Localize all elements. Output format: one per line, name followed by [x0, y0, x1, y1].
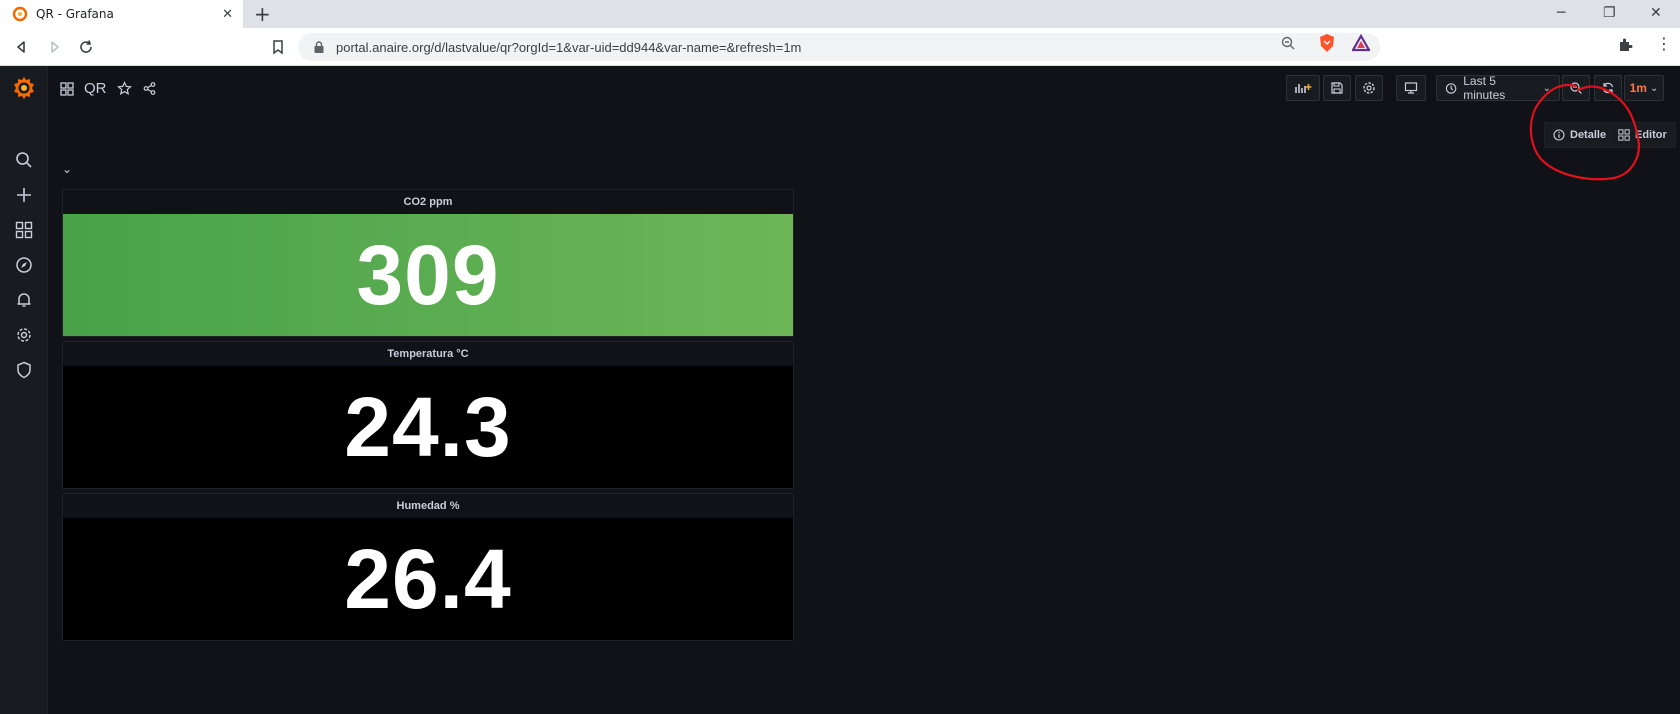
close-window-icon[interactable]: ✕ — [1650, 5, 1662, 21]
stat-value: 24.3 — [344, 379, 512, 474]
back-button[interactable] — [12, 37, 32, 57]
stat-body: 26.4 — [63, 518, 793, 640]
puzzle-icon — [1620, 38, 1633, 51]
panel-title[interactable]: Temperatura °C — [63, 342, 793, 366]
zoom-out-icon — [1281, 36, 1295, 50]
chevron-down-icon: ⌄ — [1542, 82, 1551, 94]
refresh-icon — [1602, 82, 1614, 94]
monitor-icon — [1404, 82, 1418, 94]
dashboards-icon[interactable] — [14, 220, 34, 240]
forward-arrow-icon — [51, 41, 59, 53]
dashboard-title-bar: QR — [60, 80, 157, 97]
humidity-panel[interactable]: Humedad % 26.4 — [62, 493, 794, 641]
add-panel-button[interactable] — [1286, 75, 1320, 101]
browser-tabbar: QR - Grafana ✕ + ─ ❐ ✕ — [0, 0, 1680, 28]
dashboard-grid-icon — [60, 81, 74, 96]
menu-kebab-icon[interactable]: ⋮ — [1656, 36, 1672, 52]
share-icon[interactable] — [142, 81, 157, 96]
info-icon — [1553, 129, 1565, 141]
configuration-icon[interactable] — [14, 325, 34, 345]
time-range-label: Last 5 minutes — [1463, 74, 1506, 102]
stat-body: 309 — [63, 214, 793, 336]
brave-shields-button[interactable] — [1318, 33, 1336, 57]
refresh-button[interactable] — [1594, 75, 1622, 101]
detalle-link-button[interactable]: Detalle — [1544, 122, 1616, 148]
chevron-down-icon: ⌄ — [1649, 82, 1659, 94]
search-icon[interactable] — [14, 150, 34, 170]
explore-icon[interactable] — [14, 255, 34, 275]
save-dashboard-button[interactable] — [1323, 75, 1351, 101]
alerting-icon[interactable] — [14, 290, 34, 310]
page-title[interactable]: QR — [84, 80, 107, 97]
lock-icon — [314, 41, 324, 53]
dashboard-main: QR Last 5 minutes ⌄ 1m ⌄ Detalle Editor … — [48, 66, 1680, 714]
add-panel-icon — [1295, 84, 1312, 93]
reload-button[interactable] — [76, 37, 96, 57]
star-icon[interactable] — [116, 81, 132, 96]
tab-title: QR - Grafana — [36, 7, 114, 21]
editor-label: Editor — [1635, 129, 1667, 141]
extensions-button[interactable] — [1617, 37, 1633, 57]
bookmark-icon — [273, 40, 283, 55]
reload-icon — [80, 40, 92, 53]
refresh-interval-picker[interactable]: 1m ⌄ — [1624, 75, 1664, 101]
save-icon — [1331, 82, 1343, 94]
co2-panel[interactable]: CO2 ppm 309 — [62, 189, 794, 337]
forward-button[interactable] — [44, 37, 64, 57]
grafana-favicon-icon — [12, 6, 28, 22]
brave-lion-icon — [1320, 34, 1334, 52]
browser-tab[interactable]: QR - Grafana ✕ — [0, 0, 243, 28]
editor-link-button[interactable]: Editor — [1609, 122, 1676, 148]
row-collapse-toggle[interactable]: ⌄ — [62, 162, 72, 176]
stat-value: 26.4 — [344, 531, 512, 626]
url-text[interactable]: portal.anaire.org/d/lastvalue/qr?orgId=1… — [336, 40, 1380, 55]
temperature-panel[interactable]: Temperatura °C 24.3 — [62, 341, 794, 489]
rewards-triangle-icon — [1351, 33, 1371, 52]
panel-title[interactable]: Humedad % — [63, 494, 793, 518]
new-tab-button[interactable]: + — [254, 4, 271, 24]
url-bar[interactable]: portal.anaire.org/d/lastvalue/qr?orgId=1… — [298, 33, 1380, 61]
brave-rewards-button[interactable] — [1351, 33, 1371, 56]
clock-icon — [1445, 82, 1457, 94]
grafana-logo-icon[interactable] — [10, 74, 38, 102]
panel-title[interactable]: CO2 ppm — [63, 190, 793, 214]
plus-icon[interactable] — [14, 185, 34, 205]
bookmark-button[interactable] — [268, 37, 288, 57]
apps-grid-icon — [1618, 129, 1630, 141]
shield-icon[interactable] — [14, 360, 34, 380]
close-tab-icon[interactable]: ✕ — [222, 7, 233, 22]
address-bar: portal.anaire.org/d/lastvalue/qr?orgId=1… — [0, 28, 1680, 66]
time-picker-button[interactable]: Last 5 minutes ⌄ — [1436, 74, 1560, 102]
zoom-out-icon — [1570, 82, 1582, 94]
dashboard-settings-button[interactable] — [1355, 75, 1383, 101]
tv-mode-button[interactable] — [1396, 75, 1426, 101]
gear-icon — [1363, 82, 1375, 94]
stat-value: 309 — [356, 227, 500, 322]
stat-body: 24.3 — [63, 366, 793, 488]
detalle-label: Detalle — [1570, 129, 1607, 141]
zoom-button[interactable] — [1280, 35, 1296, 55]
zoom-out-time-button[interactable] — [1562, 75, 1590, 101]
refresh-interval-label: 1m — [1629, 81, 1647, 95]
back-arrow-icon — [17, 41, 25, 53]
restore-icon[interactable]: ❐ — [1603, 5, 1616, 21]
grafana-sidemenu — [0, 66, 48, 714]
minimize-icon[interactable]: ─ — [1557, 5, 1565, 21]
